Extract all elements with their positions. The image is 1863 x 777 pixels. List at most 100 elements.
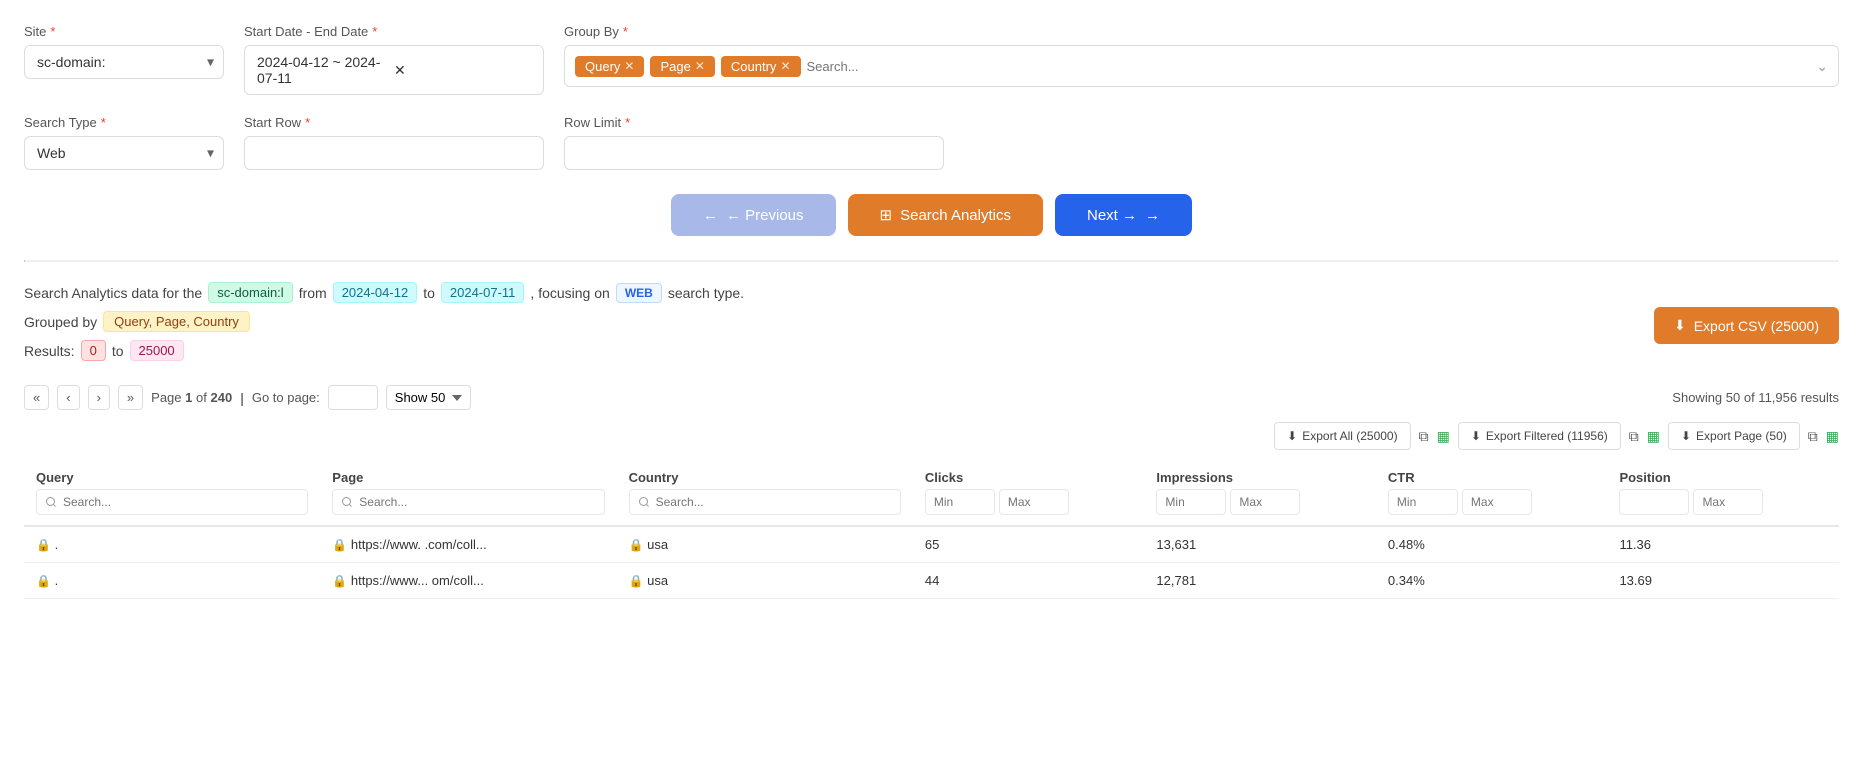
tag-query-close[interactable]: ✕ — [624, 59, 634, 73]
date-label: Start Date - End Date * — [244, 24, 544, 39]
col-header-clicks: Clicks — [913, 460, 1145, 526]
export-page-button[interactable]: ⬇ Export Page (50) — [1668, 422, 1800, 450]
date-required: * — [372, 24, 377, 39]
copy-all-icon[interactable]: ⧉ — [1419, 428, 1429, 445]
cell-position-2: 13.69 — [1607, 563, 1839, 599]
row-limit-required: * — [625, 115, 630, 130]
group-by-label: Group By * — [564, 24, 1839, 39]
tag-query: Query ✕ — [575, 56, 644, 77]
page-info: Page 1 of 240 — [151, 390, 232, 405]
results-from-badge: 0 — [81, 340, 106, 361]
page-label: Page — [151, 390, 181, 405]
show-select[interactable]: Show 50 — [386, 385, 471, 410]
search-type-select-wrapper[interactable]: Web — [24, 136, 224, 170]
cell-ctr-1: 0.48% — [1376, 526, 1608, 563]
col-header-impressions: Impressions — [1144, 460, 1376, 526]
col-header-country: Country — [617, 460, 913, 526]
group-by-arrow-icon: ⌄ — [1816, 58, 1828, 75]
date-input[interactable]: 2024-04-12 ~ 2024-07-11 ✕ — [244, 45, 544, 95]
cell-country-1: 🔒 usa — [617, 526, 913, 563]
next-button[interactable]: Next → → — [1055, 194, 1192, 236]
sheets-all-icon[interactable]: ▦ — [1437, 428, 1450, 445]
next-label: Next → — [1087, 207, 1137, 224]
results-to-label: to — [112, 343, 124, 359]
export-filtered-label: Export Filtered (11956) — [1486, 429, 1608, 443]
pagination-row: « ‹ › » Page 1 of 240 | Go to page: 1 Sh… — [24, 385, 1839, 410]
export-all-button[interactable]: ⬇ Export All (25000) — [1274, 422, 1410, 450]
search-type-select[interactable]: Web — [24, 136, 224, 170]
site-select-wrapper[interactable]: sc-domain: — [24, 45, 224, 79]
table-icon: ⊞ — [880, 206, 893, 224]
results-label: Results: — [24, 343, 75, 359]
country-filter-input[interactable] — [629, 489, 901, 515]
clicks-min-input[interactable] — [925, 489, 995, 515]
export-filtered-button[interactable]: ⬇ Export Filtered (11956) — [1458, 422, 1621, 450]
cell-country-2: 🔒 usa — [617, 563, 913, 599]
sheets-filtered-icon[interactable]: ▦ — [1647, 428, 1660, 445]
date-clear-icon[interactable]: ✕ — [394, 62, 531, 79]
prev-page-button[interactable]: ‹ — [57, 385, 79, 410]
main-container: Site * sc-domain: Start Date - End Date … — [0, 0, 1863, 777]
start-row-label: Start Row * — [244, 115, 544, 130]
download-filtered-icon: ⬇ — [1471, 429, 1481, 443]
cell-impressions-2: 12,781 — [1144, 563, 1376, 599]
lock-icon-page-1: 🔒 — [332, 538, 347, 552]
impressions-max-input[interactable] — [1230, 489, 1300, 515]
download-all-icon: ⬇ — [1287, 429, 1297, 443]
lock-icon-2: 🔒 — [36, 574, 51, 588]
info-line-2: Grouped by Query, Page, Country — [24, 311, 744, 332]
first-page-button[interactable]: « — [24, 385, 49, 410]
position-min-input[interactable]: 10 — [1619, 489, 1689, 515]
query-filter-input[interactable] — [36, 489, 308, 515]
start-row-input[interactable]: 0 — [244, 136, 544, 170]
copy-page-icon[interactable]: ⧉ — [1808, 428, 1818, 445]
lock-icon-1: 🔒 — [36, 538, 51, 552]
tag-country-close[interactable]: ✕ — [780, 59, 790, 73]
cell-query-1: 🔒 . — [24, 526, 320, 563]
search-analytics-label: Search Analytics — [900, 207, 1011, 224]
goto-label: Go to page: — [252, 390, 320, 405]
copy-filtered-icon[interactable]: ⧉ — [1629, 428, 1639, 445]
info-block: Search Analytics data for the sc-domain:… — [24, 282, 744, 369]
table-row: 🔒 . 🔒 https://www. .com/coll... 🔒 usa 65… — [24, 526, 1839, 563]
export-row: ⬇ Export All (25000) ⧉ ▦ ⬇ Export Filter… — [24, 422, 1839, 450]
last-page-button[interactable]: » — [118, 385, 143, 410]
grouped-by-label: Grouped by — [24, 314, 97, 330]
tag-page-close[interactable]: ✕ — [695, 59, 705, 73]
ctr-min-input[interactable] — [1388, 489, 1458, 515]
group-by-input[interactable]: Query ✕ Page ✕ Country ✕ ⌄ — [564, 45, 1839, 87]
site-group: Site * sc-domain: — [24, 24, 224, 79]
position-max-input[interactable] — [1693, 489, 1763, 515]
download-icon: ⬇ — [1674, 317, 1686, 334]
table-body: 🔒 . 🔒 https://www. .com/coll... 🔒 usa 65… — [24, 526, 1839, 599]
form-row-1: Site * sc-domain: Start Date - End Date … — [24, 24, 1839, 95]
goto-page-input[interactable]: 1 — [328, 385, 378, 410]
data-table: Query Page Country — [24, 460, 1839, 599]
site-required: * — [50, 24, 55, 39]
info-end-date-badge: 2024-07-11 — [441, 282, 525, 303]
info-section: Search Analytics data for the sc-domain:… — [24, 282, 1839, 369]
row-limit-input[interactable]: 25000 — [564, 136, 944, 170]
col-header-query: Query — [24, 460, 320, 526]
next-arrow-icon: → — [1145, 207, 1160, 224]
date-group: Start Date - End Date * 2024-04-12 ~ 202… — [244, 24, 544, 95]
divider — [24, 260, 1839, 262]
export-csv-button[interactable]: ⬇ Export CSV (25000) — [1654, 307, 1839, 344]
site-label: Site * — [24, 24, 224, 39]
sheets-page-icon[interactable]: ▦ — [1826, 428, 1839, 445]
results-to-badge: 25000 — [130, 340, 184, 361]
search-analytics-button[interactable]: ⊞ Search Analytics — [848, 194, 1043, 236]
page-filter-input[interactable] — [332, 489, 604, 515]
impressions-min-input[interactable] — [1156, 489, 1226, 515]
search-type-group: Search Type * Web — [24, 115, 224, 170]
cell-page-1: 🔒 https://www. .com/coll... — [320, 526, 616, 563]
info-search-type-badge: WEB — [616, 283, 662, 303]
table-header-row: Query Page Country — [24, 460, 1839, 526]
previous-button[interactable]: ← ← Previous — [671, 194, 836, 236]
ctr-max-input[interactable] — [1462, 489, 1532, 515]
clicks-max-input[interactable] — [999, 489, 1069, 515]
group-by-search-input[interactable] — [807, 59, 1811, 74]
next-page-button[interactable]: › — [88, 385, 110, 410]
site-select[interactable]: sc-domain: — [24, 45, 224, 79]
info-from-label: from — [299, 285, 327, 301]
